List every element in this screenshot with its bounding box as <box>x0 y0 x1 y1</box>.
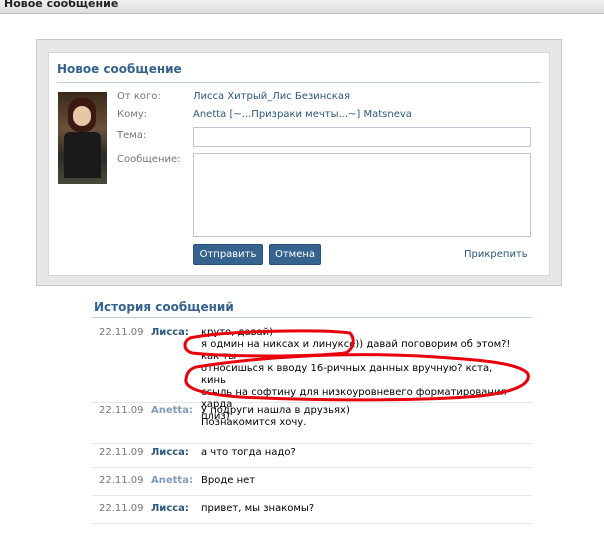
history-row: 22.11.09 Лисса: привет, мы знакомы? <box>92 503 532 524</box>
history-row: 22.11.09 Лисса: круто, давай) я одмин на… <box>92 327 532 422</box>
history-row: 22.11.09 Anetta: У подруги нашла в друзь… <box>92 405 532 444</box>
avatar[interactable] <box>58 92 107 184</box>
subject-input[interactable] <box>193 127 531 147</box>
message-date: 22.11.09 <box>99 327 144 338</box>
message-date: 22.11.09 <box>99 475 144 486</box>
message-text: У подруги нашла в друзьях) Познакомится … <box>201 405 350 428</box>
avatar-body <box>64 132 101 178</box>
message-date: 22.11.09 <box>99 447 144 458</box>
window-titlebar: Новое сообщение <box>0 0 604 14</box>
to-link[interactable]: Anetta [~...Призраки мечты...~] Matsneva <box>193 109 412 120</box>
subject-label: Тема: <box>117 130 147 141</box>
message-date: 22.11.09 <box>99 503 144 514</box>
from-link[interactable]: Лисса Хитрый_Лис Безинская <box>193 91 350 102</box>
from-label: От кого: <box>117 91 161 102</box>
window-title: Новое сообщение <box>4 0 119 10</box>
message-date: 22.11.09 <box>99 405 144 416</box>
cancel-button[interactable]: Отмена <box>269 244 321 265</box>
message-author[interactable]: Лисса: <box>151 503 189 514</box>
divider <box>57 82 541 83</box>
history-divider <box>92 317 532 318</box>
send-button[interactable]: Отправить <box>193 244 263 265</box>
message-author[interactable]: Anetta: <box>151 405 193 416</box>
history-title: История сообщений <box>94 300 234 314</box>
message-text: привет, мы знакомы? <box>201 503 315 514</box>
avatar-face <box>73 106 91 126</box>
message-label: Сообщение: <box>117 154 181 165</box>
message-author[interactable]: Лисса: <box>151 327 189 338</box>
message-author[interactable]: Лисса: <box>151 447 189 458</box>
compose-form: Новое сообщение От кого: Лисса Хитрый_Ли… <box>48 52 550 276</box>
attach-link[interactable]: Прикрепить <box>464 249 528 260</box>
message-text: а что тогда надо? <box>201 447 296 458</box>
to-label: Кому: <box>117 109 148 120</box>
message-textarea[interactable] <box>193 153 531 237</box>
form-heading: Новое сообщение <box>57 62 182 76</box>
history-row: 22.11.09 Anetta: Вроде нет <box>92 475 532 496</box>
message-author[interactable]: Anetta: <box>151 475 193 486</box>
history-row: 22.11.09 Лисса: а что тогда надо? <box>92 447 532 468</box>
message-text: Вроде нет <box>201 475 256 486</box>
